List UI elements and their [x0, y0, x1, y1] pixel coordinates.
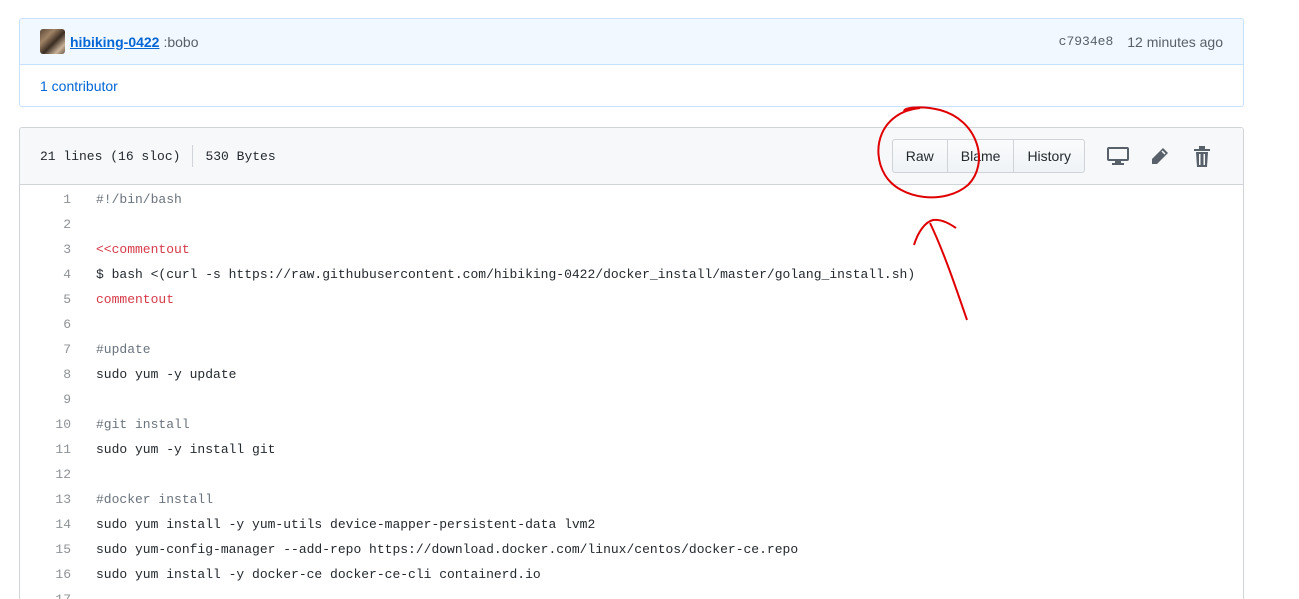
- file-header: 21 lines (16 sloc) 530 Bytes Raw Blame H…: [20, 128, 1243, 185]
- line-number[interactable]: 3: [20, 242, 72, 257]
- code-line: 9: [20, 387, 1243, 412]
- line-number[interactable]: 13: [20, 492, 72, 507]
- desktop-icon[interactable]: [1097, 139, 1139, 173]
- line-content: #!/bin/bash: [96, 192, 182, 207]
- line-number[interactable]: 12: [20, 467, 72, 482]
- history-button[interactable]: History: [1014, 140, 1084, 172]
- file-size: 530 Bytes: [205, 148, 276, 164]
- code-line: 4 $ bash <(curl -s https://raw.githubuser…: [20, 262, 1243, 287]
- line-content: sudo yum -y update: [96, 367, 237, 382]
- line-content: #update: [96, 342, 151, 357]
- code-line: 2: [20, 212, 1243, 237]
- line-number[interactable]: 9: [20, 392, 72, 407]
- line-content: #docker install: [96, 492, 214, 507]
- line-number[interactable]: 17: [20, 592, 72, 599]
- code-line: 7 #update: [20, 337, 1243, 362]
- line-number[interactable]: 11: [20, 442, 72, 457]
- line-content: sudo yum install -y yum-utils device-map…: [96, 517, 596, 532]
- line-content: sudo yum install -y docker-ce docker-ce-…: [96, 567, 541, 582]
- line-number[interactable]: 4: [20, 267, 72, 282]
- code-line: 12: [20, 462, 1243, 487]
- code-line: 8 sudo yum -y update: [20, 362, 1243, 387]
- code-line: 13 #docker install: [20, 487, 1243, 512]
- author-avatar[interactable]: [40, 29, 65, 54]
- code-line: 6: [20, 312, 1243, 337]
- code-line: 5 commentout: [20, 287, 1243, 312]
- line-number[interactable]: 15: [20, 542, 72, 557]
- line-number[interactable]: 16: [20, 567, 72, 582]
- line-number[interactable]: 10: [20, 417, 72, 432]
- latest-commit-bar: hibiking-0422 :bobo c7934e8 12 minutes a…: [20, 19, 1243, 65]
- line-number[interactable]: 2: [20, 217, 72, 232]
- trash-icon[interactable]: [1181, 139, 1223, 173]
- code-line: 17: [20, 587, 1243, 599]
- line-number[interactable]: 6: [20, 317, 72, 332]
- commit-message[interactable]: :bobo: [163, 34, 198, 50]
- code-line: 15 sudo yum-config-manager --add-repo htt…: [20, 537, 1243, 562]
- line-content: sudo yum -y install git: [96, 442, 276, 457]
- line-number[interactable]: 8: [20, 367, 72, 382]
- commit-time: 12 minutes ago: [1127, 33, 1223, 50]
- code-line: 16 sudo yum install -y docker-ce docker-c…: [20, 562, 1243, 587]
- code-line: 10 #git install: [20, 412, 1243, 437]
- line-content: <<commentout: [96, 242, 190, 257]
- file-viewer: 21 lines (16 sloc) 530 Bytes Raw Blame H…: [19, 127, 1244, 599]
- line-number[interactable]: 14: [20, 517, 72, 532]
- author-link[interactable]: hibiking-0422: [70, 34, 159, 50]
- code-line: 11 sudo yum -y install git: [20, 437, 1243, 462]
- commit-info-box: hibiking-0422 :bobo c7934e8 12 minutes a…: [19, 18, 1244, 107]
- code-line: 1 #!/bin/bash: [20, 187, 1243, 212]
- line-number[interactable]: 7: [20, 342, 72, 357]
- line-content: $ bash <(curl -s https://raw.githubuserc…: [96, 267, 916, 282]
- code-line: 14 sudo yum install -y yum-utils device-m…: [20, 512, 1243, 537]
- line-content: commentout: [96, 292, 175, 307]
- line-number[interactable]: 1: [20, 192, 72, 207]
- code-listing: 1 #!/bin/bash 2 3 <<commentout 4 $ bash <(curl…: [20, 185, 1243, 599]
- line-content: sudo yum-config-manager --add-repo https…: [96, 542, 799, 557]
- line-number[interactable]: 5: [20, 292, 72, 307]
- file-info-divider: [192, 145, 194, 167]
- commit-sha[interactable]: c7934e8: [1059, 34, 1114, 49]
- pencil-icon[interactable]: [1139, 139, 1181, 173]
- code-line: 3 <<commentout: [20, 237, 1243, 262]
- contributors-link[interactable]: 1 contributor: [40, 78, 118, 94]
- file-action-buttons: Raw Blame History: [891, 139, 1085, 173]
- file-lines-info: 21 lines (16 sloc): [40, 148, 181, 164]
- blame-button[interactable]: Blame: [948, 140, 1015, 172]
- raw-button[interactable]: Raw: [893, 140, 948, 172]
- line-content: #git install: [96, 417, 190, 432]
